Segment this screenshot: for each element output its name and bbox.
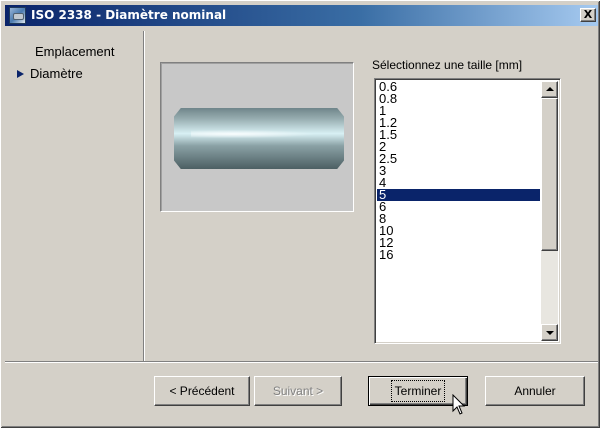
horizontal-divider [5,361,598,363]
pin-highlight [191,129,331,139]
size-list-items: 0.6 0.8 1 1.2 1.5 2 2.5 3 4 5 6 8 10 12 16 [377,80,540,261]
next-button[interactable]: Suivant > [254,376,342,406]
size-item[interactable]: 1 [377,104,540,117]
next-button-label: Suivant > [272,384,324,398]
arrow-up-icon [546,87,554,91]
step-diametre[interactable]: Diamètre [17,66,83,81]
title-bar[interactable]: ISO 2338 - Diamètre nominal X [5,5,598,26]
size-item[interactable]: 0.6 [377,80,540,93]
cancel-button[interactable]: Annuler [485,376,585,406]
step-diametre-label: Diamètre [30,66,83,81]
size-item[interactable]: 8 [377,212,540,225]
list-scrollbar[interactable] [541,81,558,341]
size-item[interactable]: 10 [377,224,540,237]
wizard-steps: Emplacement Diamètre [7,31,143,361]
close-button[interactable]: X [580,8,596,22]
finish-button-label: Terminer [390,380,446,402]
app-icon [9,7,26,24]
scroll-up-button[interactable] [541,81,558,98]
size-item[interactable]: 4 [377,176,540,189]
size-item[interactable]: 6 [377,200,540,213]
size-item[interactable]: 0.8 [377,92,540,105]
size-item[interactable]: 2 [377,140,540,153]
size-item[interactable]: 2.5 [377,152,540,165]
mouse-cursor-icon [452,394,466,415]
previous-button-label: < Précédent [169,384,235,398]
size-item[interactable]: 12 [377,236,540,249]
scroll-thumb[interactable] [541,98,558,251]
size-item[interactable]: 1.2 [377,116,540,129]
dialog-window: ISO 2338 - Diamètre nominal X Emplacemen… [0,0,601,429]
size-item[interactable]: 1.5 [377,128,540,141]
arrow-down-icon [546,331,554,335]
size-item-selected[interactable]: 5 [377,188,540,201]
vertical-divider [143,31,145,361]
scroll-down-button[interactable] [541,324,558,341]
current-step-arrow-icon [17,69,24,78]
close-icon: X [583,8,593,21]
previous-button[interactable]: < Précédent [154,376,250,406]
size-listbox[interactable]: 0.6 0.8 1 1.2 1.5 2 2.5 3 4 5 6 8 10 12 16 [374,78,561,344]
step-emplacement[interactable]: Emplacement [35,44,114,59]
cancel-button-label: Annuler [514,384,556,398]
size-item[interactable]: 3 [377,164,540,177]
window-title: ISO 2338 - Diamètre nominal [31,8,227,22]
size-list-label: Sélectionnez une taille [mm] [372,58,523,72]
size-item[interactable]: 16 [377,248,540,261]
